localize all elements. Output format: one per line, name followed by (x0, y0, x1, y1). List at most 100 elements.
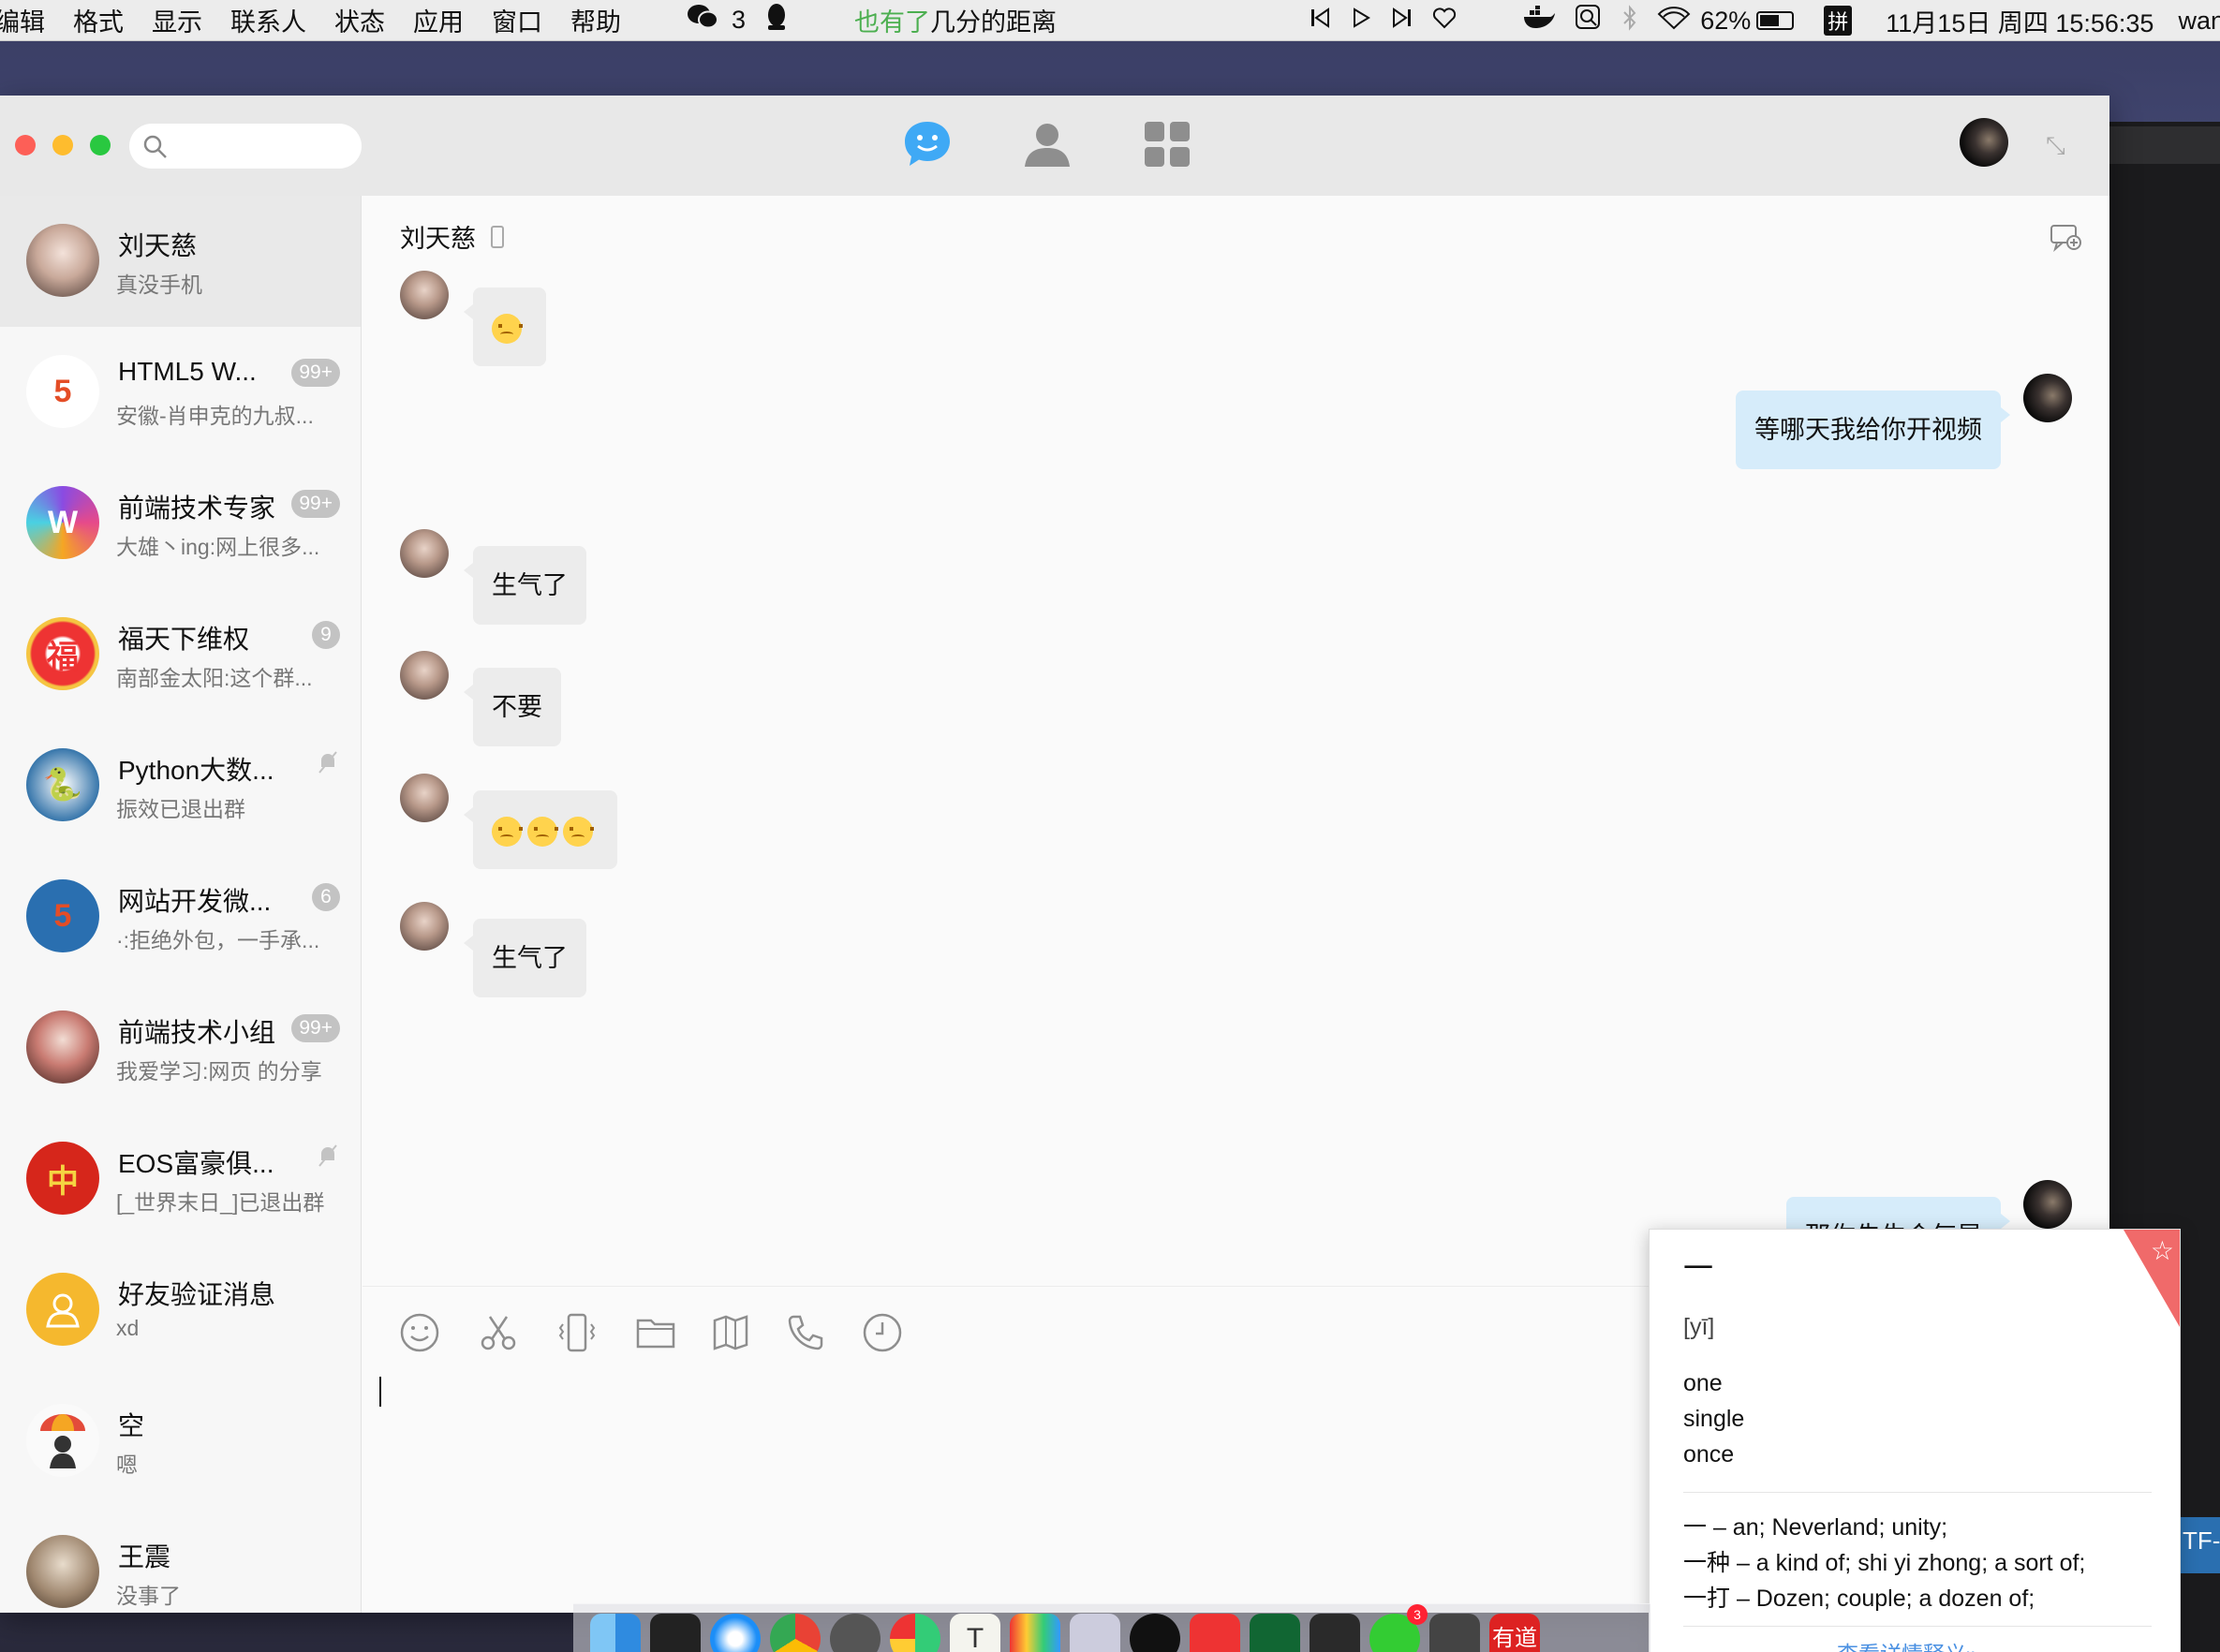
outgoing-message[interactable]: 等哪天我给你开视频 (1736, 391, 2010, 469)
peer-avatar[interactable] (400, 271, 449, 319)
conversation-item[interactable]: 🐍 Python大数... 振效已退出群 (0, 720, 361, 851)
spotlight-search-icon[interactable] (1575, 4, 1603, 38)
conversation-name: 好友验证消息 (118, 1280, 276, 1309)
wechat-menubar-icon[interactable] (687, 4, 718, 37)
menu-item[interactable]: 应用 (413, 2, 464, 38)
next-track-icon[interactable] (1391, 6, 1413, 36)
screenshot-scissors-icon[interactable] (477, 1311, 520, 1354)
menu-item[interactable]: 显示 (152, 2, 202, 38)
conversation-preview: ·:拒绝外包，一手承... (116, 928, 320, 952)
heart-icon[interactable] (1432, 6, 1457, 36)
photos-app-icon[interactable] (890, 1614, 940, 1652)
my-message-avatar[interactable] (2023, 1180, 2072, 1229)
colorful-app-icon[interactable] (1010, 1614, 1060, 1652)
finder-icon[interactable] (590, 1614, 641, 1652)
history-clock-icon[interactable] (861, 1311, 904, 1354)
shake-phone-icon[interactable] (555, 1311, 599, 1354)
dict-meaning: single (1683, 1406, 1745, 1432)
menu-item[interactable]: 窗口 (492, 2, 542, 38)
apps-tab-icon[interactable] (1141, 118, 1193, 170)
menu-item[interactable]: 状态 (334, 2, 385, 38)
title-bar: ⤡ (0, 96, 2109, 196)
minimize-window-button[interactable] (52, 135, 73, 155)
vscode-icon[interactable] (1310, 1614, 1360, 1652)
xmind-icon[interactable] (1190, 1614, 1240, 1652)
sticker-icon[interactable] (709, 1311, 752, 1354)
search-input[interactable] (176, 131, 345, 161)
safari-icon[interactable] (710, 1614, 761, 1652)
qq-dock-icon[interactable] (1130, 1614, 1180, 1652)
incoming-message[interactable]: 不要 (464, 668, 561, 746)
conversation-item[interactable]: 5 网站开发微... ·:拒绝外包，一手承... 6 (0, 851, 361, 982)
add-member-icon[interactable] (2050, 224, 2081, 252)
my-avatar[interactable] (1960, 118, 2008, 167)
search-box[interactable] (129, 124, 362, 169)
emoji-icon[interactable] (398, 1311, 441, 1354)
menu-item[interactable]: 帮助 (570, 2, 621, 38)
peer-avatar[interactable] (400, 774, 449, 822)
conversation-item[interactable]: W 前端技术专家 大雄丶ing:网上很多... 99+ (0, 458, 361, 589)
user-menu[interactable]: wang (2178, 7, 2220, 36)
conversation-avatar: 中 (26, 1142, 99, 1215)
menu-item[interactable]: 联系人 (230, 2, 306, 38)
conversation-item[interactable]: 前端技术小组 我爱学习:网页 的分享 99+ (0, 982, 361, 1114)
previous-track-icon[interactable] (1309, 6, 1331, 36)
chat-title: 刘天慈 (400, 225, 476, 253)
qq-penguin-icon[interactable] (764, 3, 789, 37)
conversation-item[interactable]: 王震 没事了 (0, 1507, 361, 1613)
folder-icon[interactable] (634, 1311, 677, 1354)
chats-tab-icon[interactable] (901, 118, 954, 170)
incoming-message[interactable] (464, 790, 617, 869)
close-window-button[interactable] (15, 135, 36, 155)
peer-avatar[interactable] (400, 651, 449, 700)
conversation-item[interactable]: 5 HTML5 W... 安徽-肖申克的九叔... 99+ (0, 327, 361, 458)
dict-more-link[interactable]: 查看详情释义» (1837, 1636, 1978, 1652)
chrome-icon[interactable] (770, 1614, 821, 1652)
conversation-list: 刘天慈 真没手机 5 HTML5 W... 安徽-肖申克的九叔... 99+ W 前端技术专家… (0, 196, 362, 1613)
incoming-message[interactable] (464, 288, 546, 366)
pensive-emoji-icon (492, 313, 523, 344)
incoming-message[interactable]: 生气了 (464, 546, 586, 625)
conversation-preview: 大雄丶ing:网上很多... (116, 535, 320, 559)
unread-badge: 99+ (291, 359, 340, 387)
preferences-gear-icon[interactable] (1070, 1614, 1120, 1652)
activity-monitor-icon[interactable] (1250, 1614, 1300, 1652)
my-message-avatar[interactable] (2023, 374, 2072, 422)
menu-item[interactable]: 格式 (73, 2, 124, 38)
conversation-item[interactable]: 中 EOS富豪俱... [_世界末日_]已退出群 (0, 1114, 361, 1245)
contacts-tab-icon[interactable] (1021, 118, 1073, 170)
text-input-caret[interactable] (379, 1377, 381, 1407)
menu-item[interactable]: 编辑 (0, 2, 45, 38)
terminal-icon[interactable] (650, 1614, 701, 1652)
battery-icon[interactable] (1756, 11, 1795, 30)
now-playing: 也有了几分的距离 (854, 2, 1057, 38)
conversation-preview: 嗯 (116, 1453, 138, 1477)
docker-icon[interactable] (1522, 5, 1556, 37)
play-icon[interactable] (1350, 6, 1372, 36)
peer-avatar[interactable] (400, 529, 449, 578)
dict-meaning: one (1683, 1370, 1723, 1396)
collapse-icon[interactable]: ⤡ (2046, 131, 2065, 161)
system-preferences-icon[interactable] (830, 1614, 881, 1652)
wifi-icon[interactable] (1657, 6, 1691, 37)
bluetooth-icon[interactable] (1621, 4, 1638, 37)
voice-call-icon[interactable] (784, 1311, 827, 1354)
dict-divider (1683, 1492, 2152, 1493)
youdao-dict-icon[interactable]: 有道 (1489, 1614, 1540, 1652)
sublime-text-icon[interactable] (1429, 1614, 1480, 1652)
conversation-item[interactable]: 刘天慈 真没手机 (0, 196, 361, 327)
peer-avatar[interactable] (400, 902, 449, 951)
conversation-item[interactable]: 福福天下维权 南部金太阳:这个群... 9 (0, 589, 361, 720)
wechat-count: 3 (732, 6, 747, 34)
conversation-avatar (26, 1535, 99, 1608)
incoming-message[interactable]: 生气了 (464, 919, 586, 997)
song-rest-part: 几分的距离 (930, 8, 1058, 37)
conversation-name: 福天下维权 (118, 625, 250, 654)
zoom-window-button[interactable] (90, 135, 111, 155)
conversation-item[interactable]: 空嗯 (0, 1376, 361, 1507)
typora-icon[interactable]: T (950, 1614, 1000, 1652)
clock[interactable]: 11月15日 周四 15:56:35 (1886, 3, 2153, 39)
input-method-icon[interactable]: 拼 (1824, 6, 1853, 36)
star-icon[interactable]: ☆ (2151, 1235, 2174, 1266)
conversation-item[interactable]: 好友验证消息 xd (0, 1245, 361, 1376)
